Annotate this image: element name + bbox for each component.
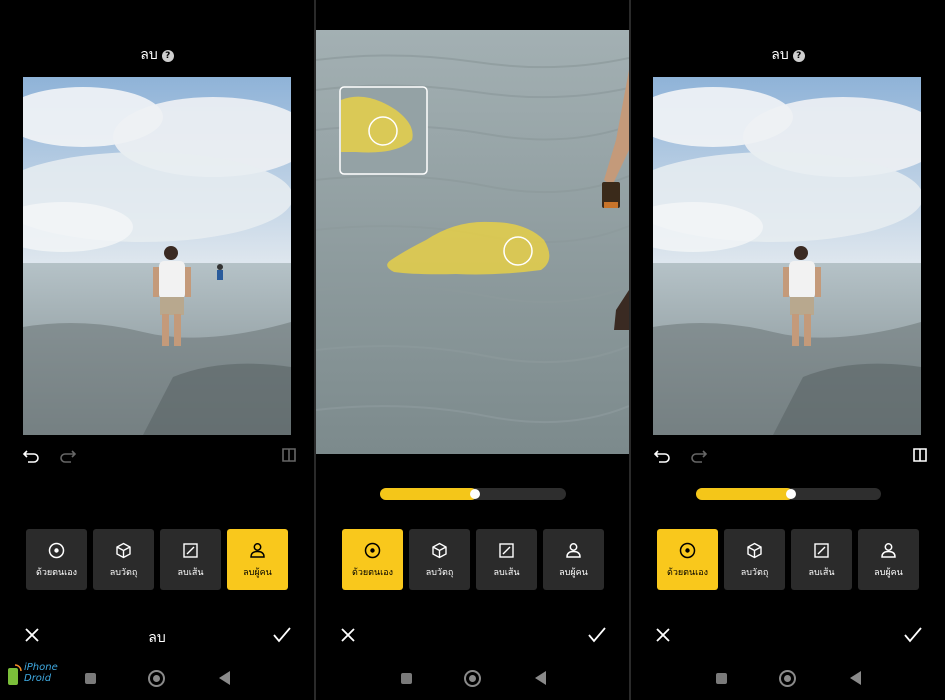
- magnifier-loupe: [339, 86, 428, 175]
- photo-canvas[interactable]: [653, 77, 921, 435]
- screen-title-text: ลบ: [771, 47, 789, 63]
- edit-history-row: [22, 446, 298, 466]
- screen-title: ลบ?: [0, 44, 314, 66]
- action-bar: ลบ: [0, 626, 314, 646]
- recents-button[interactable]: [401, 673, 412, 684]
- watermark-line1: iPhone: [24, 662, 58, 673]
- tool-label: ลบเส้น: [808, 568, 835, 578]
- tool-remove-people[interactable]: ลบผู้คน: [227, 529, 288, 590]
- person-icon: [881, 543, 896, 558]
- person-icon: [250, 543, 265, 558]
- watermark-line2: Droid: [24, 673, 52, 684]
- tool-label: ลบผู้คน: [559, 568, 588, 578]
- target-icon: [679, 542, 696, 559]
- watermark: iPhone Droid: [6, 662, 76, 692]
- editor-screen-result: ลบ? ด้วยตนเอง ลบวัตถุ ลบเส้น ลบผู้คน: [631, 0, 945, 700]
- slider-knob[interactable]: [786, 489, 796, 499]
- undo-icon[interactable]: [22, 446, 40, 464]
- tool-remove-object[interactable]: ลบวัตถุ: [724, 529, 785, 590]
- background-swimmer: [217, 264, 223, 280]
- recents-button[interactable]: [716, 673, 727, 684]
- help-icon[interactable]: ?: [161, 50, 174, 62]
- tool-remove-object[interactable]: ลบวัตถุ: [409, 529, 470, 590]
- tool-manual[interactable]: ด้วยตนเอง: [342, 529, 403, 590]
- sand-closeup-photo: [316, 30, 629, 454]
- target-icon: [48, 542, 65, 559]
- target-icon: [364, 542, 381, 559]
- home-button[interactable]: [148, 670, 165, 687]
- compare-icon[interactable]: [911, 446, 929, 464]
- phone-logo-icon: [8, 664, 22, 685]
- beach-photo-cleaned: [653, 77, 921, 435]
- editor-screen-people-erase: ลบ? ด้วยตนเอง ลบวัตถุ ลบเส้น ลบผู้คน ลบ …: [0, 0, 314, 700]
- redo-icon[interactable]: [690, 446, 708, 464]
- tool-label: ด้วยตนเอง: [35, 568, 78, 578]
- tool-manual[interactable]: ด้วยตนเอง: [26, 529, 87, 590]
- zoomed-canvas[interactable]: [316, 30, 629, 454]
- slider-fill: [380, 488, 477, 500]
- cube-icon: [747, 542, 762, 559]
- tool-strip: ด้วยตนเอง ลบวัตถุ ลบเส้น ลบผู้คน: [342, 529, 604, 590]
- tool-label: ด้วยตนเอง: [666, 568, 709, 578]
- recents-button[interactable]: [85, 673, 96, 684]
- line-erase-icon: [814, 543, 829, 558]
- tool-strip: ด้วยตนเอง ลบวัตถุ ลบเส้น ลบผู้คน: [657, 529, 919, 590]
- back-button[interactable]: [850, 671, 861, 685]
- check-icon[interactable]: [903, 626, 923, 644]
- brush-size-slider[interactable]: [696, 488, 881, 500]
- editor-screen-manual-brush: ด้วยตนเอง ลบวัตถุ ลบเส้น ลบผู้คน: [316, 0, 629, 700]
- tool-label: ลบผู้คน: [243, 568, 272, 578]
- tool-label: ลบผู้คน: [874, 568, 903, 578]
- slider-knob[interactable]: [470, 489, 480, 499]
- system-nav-bar: [631, 668, 945, 688]
- person-icon: [566, 543, 581, 558]
- tool-remove-people[interactable]: ลบผู้คน: [858, 529, 919, 590]
- tool-remove-lines[interactable]: ลบเส้น: [791, 529, 852, 590]
- home-button[interactable]: [779, 670, 796, 687]
- watermark-text: iPhone Droid: [24, 662, 58, 684]
- action-bar: [316, 626, 629, 646]
- undo-icon[interactable]: [653, 446, 671, 464]
- edit-history-row: [653, 446, 929, 466]
- tool-remove-people[interactable]: ลบผู้คน: [543, 529, 604, 590]
- tool-label: ลบเส้น: [177, 568, 204, 578]
- close-icon[interactable]: [339, 626, 357, 644]
- beach-photo: [23, 77, 291, 435]
- slider-fill: [696, 488, 793, 500]
- check-icon[interactable]: [272, 626, 292, 644]
- cube-icon: [432, 542, 447, 559]
- action-bar: [631, 626, 945, 646]
- back-button[interactable]: [535, 671, 546, 685]
- close-icon[interactable]: [654, 626, 672, 644]
- tool-label: ลบเส้น: [493, 568, 520, 578]
- tool-label: ลบวัตถุ: [740, 568, 769, 578]
- screen-title: ลบ?: [631, 44, 945, 66]
- system-nav-bar: [316, 668, 629, 688]
- photo-canvas[interactable]: [23, 77, 291, 435]
- tool-manual[interactable]: ด้วยตนเอง: [657, 529, 718, 590]
- status-area: [316, 0, 629, 30]
- tool-label: ลบวัตถุ: [425, 568, 454, 578]
- tool-strip: ด้วยตนเอง ลบวัตถุ ลบเส้น ลบผู้คน: [26, 529, 288, 590]
- action-title: ลบ: [148, 630, 166, 646]
- compare-icon[interactable]: [280, 446, 298, 464]
- tool-remove-object[interactable]: ลบวัตถุ: [93, 529, 154, 590]
- help-icon[interactable]: ?: [792, 50, 805, 62]
- tool-label: ด้วยตนเอง: [351, 568, 394, 578]
- screen-title-text: ลบ: [140, 47, 158, 63]
- tool-remove-lines[interactable]: ลบเส้น: [160, 529, 221, 590]
- line-erase-icon: [183, 543, 198, 558]
- home-button[interactable]: [464, 670, 481, 687]
- cube-icon: [116, 542, 131, 559]
- tool-remove-lines[interactable]: ลบเส้น: [476, 529, 537, 590]
- line-erase-icon: [499, 543, 514, 558]
- redo-icon[interactable]: [59, 446, 77, 464]
- back-button[interactable]: [219, 671, 230, 685]
- check-icon[interactable]: [587, 626, 607, 644]
- brush-size-slider[interactable]: [380, 488, 566, 500]
- tool-label: ลบวัตถุ: [109, 568, 138, 578]
